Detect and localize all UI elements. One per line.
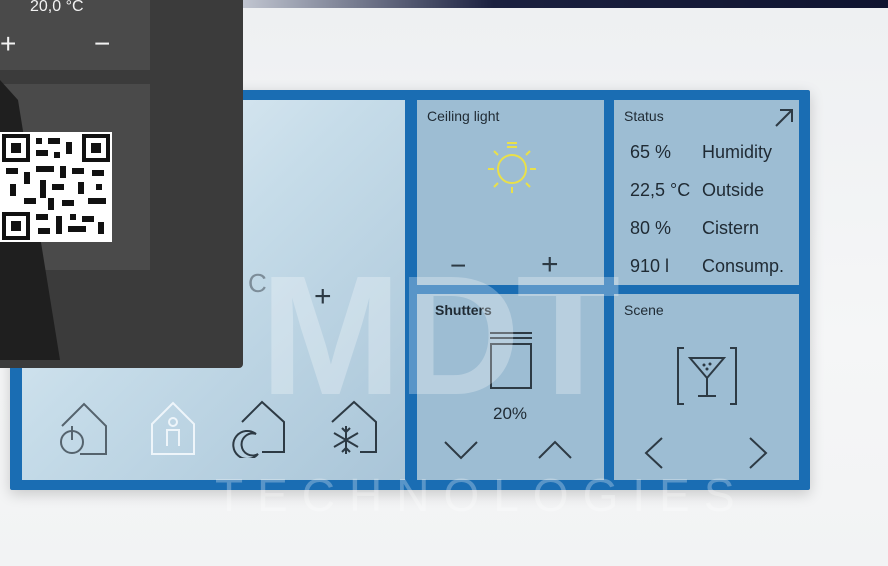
status-label: Humidity [702, 142, 773, 162]
home-person-icon[interactable] [148, 398, 198, 458]
setpoint-temperature: 20,0 °C [30, 0, 84, 15]
home-night-icon[interactable] [228, 396, 288, 458]
cocktail-icon [677, 347, 737, 405]
setpoint-plus-button[interactable]: + [0, 28, 16, 60]
setpoint-minus-button[interactable]: − [94, 28, 110, 60]
ceiling-light-tile[interactable]: Ceiling light − + [417, 100, 604, 285]
temperature-plus-button[interactable]: + [314, 280, 332, 314]
status-label: Consump. [702, 256, 785, 276]
background-strip [230, 0, 888, 8]
shutter-window-icon [490, 332, 532, 389]
shutters-tile[interactable]: Shutters 20% [417, 294, 604, 480]
scene-next-button[interactable] [748, 436, 768, 470]
shutter-up-button[interactable] [537, 440, 573, 460]
status-row-outside: 22,5 °C Outside [630, 180, 764, 201]
scene-previous-button[interactable] [644, 436, 664, 470]
ceiling-light-title: Ceiling light [427, 108, 500, 124]
foreground-device: 20,0 °C + − [0, 0, 243, 368]
status-row-humidity: 65 % Humidity [630, 142, 772, 163]
status-row-cistern: 80 % Cistern [630, 218, 759, 239]
status-label: Cistern [702, 218, 760, 238]
light-dim-up-button[interactable]: + [541, 248, 559, 282]
status-value: 22,5 °C [630, 180, 691, 200]
sun-icon [488, 142, 536, 193]
shutter-position: 20% [493, 404, 528, 423]
status-tile[interactable]: Status 65 % Humidity 22,5 °C Outside 80 % C… [614, 100, 799, 285]
status-row-consumption: 910 l Consump. [630, 256, 784, 277]
status-value: 65 % [630, 142, 672, 162]
qr-code-icon [0, 132, 112, 242]
status-value: 910 l [630, 256, 670, 276]
shutter-down-button[interactable] [443, 440, 479, 460]
status-value: 80 % [630, 218, 672, 238]
status-label: Outside [702, 180, 765, 200]
home-frost-icon[interactable] [324, 396, 382, 458]
scene-tile[interactable]: Scene [614, 294, 799, 480]
scene-title: Scene [624, 302, 664, 318]
shutters-title: Shutters [435, 302, 492, 318]
expand-arrow-icon[interactable] [774, 108, 794, 128]
home-power-icon[interactable] [56, 398, 112, 458]
light-dim-down-button[interactable]: − [450, 250, 466, 282]
temperature-unit: C [248, 268, 267, 298]
status-title: Status [624, 108, 664, 124]
